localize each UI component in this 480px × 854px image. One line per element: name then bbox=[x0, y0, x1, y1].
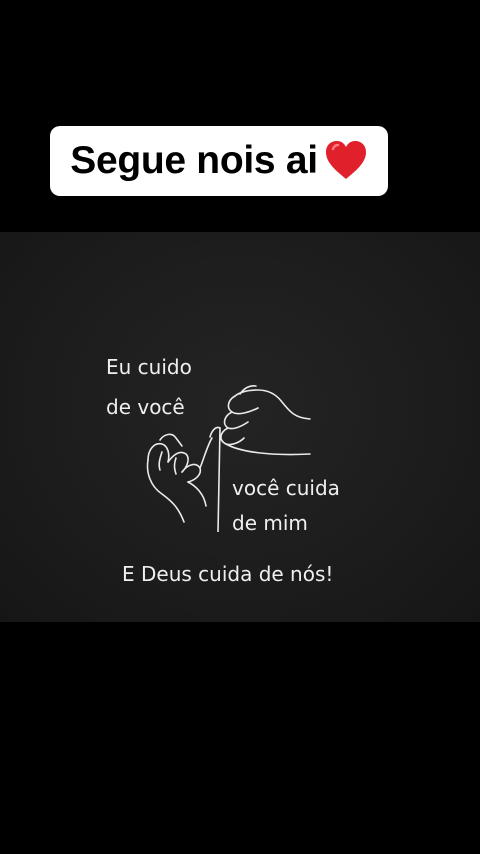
quote-line-4: de mim bbox=[232, 511, 308, 535]
quote-line-3: você cuida bbox=[232, 476, 340, 500]
caption-text: Segue nois ai bbox=[70, 139, 318, 182]
quote-line-5: E Deus cuida de nós! bbox=[122, 562, 334, 586]
caption-box: Segue nois ai bbox=[50, 126, 388, 196]
pinky-promise-hands-icon bbox=[146, 385, 311, 532]
red-heart-icon bbox=[324, 139, 368, 183]
quote-line-1: Eu cuido bbox=[106, 355, 192, 379]
quote-card: Eu cuido de você você cuida de mim E Deu… bbox=[0, 232, 480, 622]
